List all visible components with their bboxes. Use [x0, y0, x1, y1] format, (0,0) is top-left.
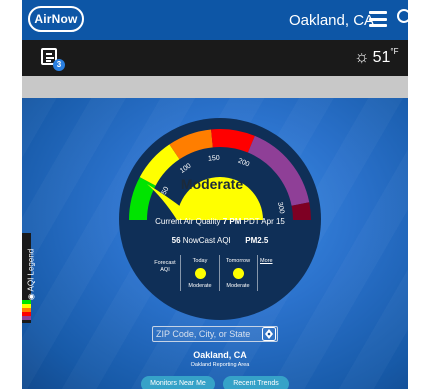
current-prefix: Current Air Quality	[155, 217, 221, 226]
nowcast-row: 56 NowCast AQI PM2.5	[118, 236, 322, 245]
arc-very-unhealthy	[247, 135, 310, 207]
logo-text: AirNow	[34, 12, 78, 26]
recent-trends-button[interactable]: Recent Trends	[223, 376, 289, 389]
zip-search-field[interactable]	[152, 326, 278, 342]
selected-city: Oakland, CA	[193, 350, 247, 360]
nowcast-label: NowCast AQI	[182, 236, 231, 245]
gauge-tick-label: 200	[237, 158, 251, 169]
toolbar	[22, 40, 408, 76]
arc-good	[129, 177, 156, 221]
temperature-unit: °F	[390, 47, 399, 56]
reporting-area: Oakland Reporting Area	[190, 362, 250, 368]
divider	[219, 255, 220, 291]
nowcast-value: 56	[171, 236, 181, 245]
arc-usg	[169, 129, 214, 160]
forecast-label: Forecast AQI	[154, 260, 176, 273]
current-time: 7 PM	[222, 217, 242, 226]
arc-unhealthy	[211, 129, 255, 153]
location-search-button[interactable]	[262, 327, 276, 341]
current-air-quality: Current Air Quality 7 PM PDT Apr 15	[118, 217, 322, 226]
banner-strip	[22, 76, 408, 98]
tomorrow-label: Tomorrow	[225, 258, 251, 264]
monitors-near-me-button[interactable]: Monitors Near Me	[141, 376, 215, 389]
airnow-logo[interactable]: AirNow	[28, 6, 84, 32]
sun-icon: ☼	[354, 47, 370, 66]
forecast-today[interactable]: Today Moderate	[183, 258, 217, 289]
today-aqi-dot	[194, 268, 206, 279]
tomorrow-aqi-dot	[232, 268, 244, 279]
gauge-tick-label: 300	[276, 202, 285, 215]
temperature-value: 51	[372, 49, 391, 66]
weather-widget[interactable]: ☼ 51°F	[354, 47, 398, 67]
forecast-more-link[interactable]: More	[260, 258, 273, 264]
gauge-tick-label: 150	[208, 155, 220, 163]
divider	[180, 255, 181, 291]
pollutant-label: PM2.5	[245, 236, 269, 245]
zip-search-input[interactable]	[156, 328, 261, 340]
location-label[interactable]: Oakland, CA	[289, 12, 374, 29]
legend-color-swatch	[22, 300, 31, 320]
aqi-category: Moderate	[180, 176, 244, 192]
search-icon[interactable]	[397, 9, 408, 23]
menu-icon[interactable]	[369, 11, 387, 27]
forecast-tomorrow[interactable]: Tomorrow Moderate	[221, 258, 255, 289]
today-label: Today	[192, 258, 208, 264]
app-frame: AirNow Oakland, CA 3 ☼ 51°F 50 100 150 200 30…	[22, 0, 408, 389]
divider	[257, 255, 258, 291]
today-value: Moderate	[188, 283, 212, 289]
tomorrow-value: Moderate	[226, 283, 250, 289]
current-date: PDT Apr 15	[243, 217, 285, 226]
gauge-tick-label: 100	[179, 163, 193, 175]
top-navbar: AirNow Oakland, CA	[22, 0, 408, 40]
notification-count-badge: 3	[53, 59, 65, 71]
